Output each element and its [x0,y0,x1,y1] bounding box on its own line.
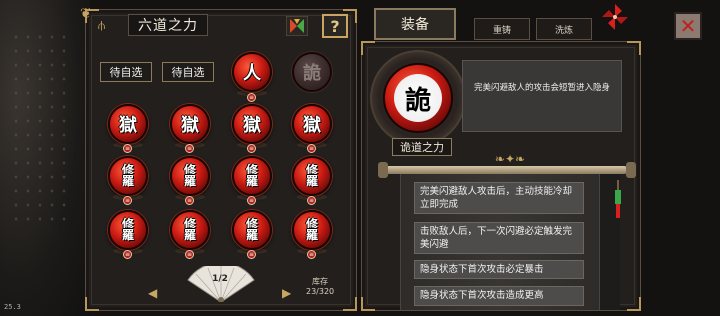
pinwheel-icon [602,4,628,30]
power-orb[interactable]: 獄 [292,104,332,144]
close-icon: ✕ [679,14,697,38]
orb-level-badge: ≡ [247,250,256,259]
orb-level-badge: ≡ [123,196,132,205]
fan-page-icon [187,266,255,302]
panel-title: 六道之力 [128,14,208,36]
orb-level-badge: ≡ [307,196,316,205]
orb-glyph: 獄 [243,115,261,136]
orb-level-badge: ≡ [247,93,256,102]
orb-glyph: 修羅 [305,163,318,188]
power-orb[interactable]: 修羅 [108,210,148,250]
scroll-rod [382,166,628,174]
equipped-item-emblem: 詭 [394,74,442,122]
orb-glyph: 詭 [303,63,321,84]
power-orb[interactable]: 修羅 [292,156,332,196]
cloud-ornament-icon: ❦ [80,6,92,22]
power-orb[interactable]: 修羅 [108,156,148,196]
power-orb-human[interactable]: 人 [232,52,272,92]
corner-ornament [361,41,375,55]
effect-line: 完美闪避敌人攻击后，主动技能冷却立即完成 [414,182,584,214]
corner-ornament [361,297,375,311]
item-description: 完美闪避敌人的攻击会短暂进入隐身 [462,60,622,132]
fps-counter: 25.3 [4,303,21,311]
next-page-arrow-icon[interactable]: ▶ [282,286,291,300]
corner-ornament [627,297,641,311]
orb-level-badge: ≡ [247,196,256,205]
corner-ornament [343,297,357,311]
orb-glyph: 人 [243,63,261,84]
empty-slot-button[interactable]: 待自选 [100,62,152,82]
corner-ornament [627,41,641,55]
item-name: 诡道之力 [392,138,452,156]
orb-level-badge: ≡ [307,250,316,259]
stock-label: 库存 [312,277,328,286]
orb-level-badge: ≡ [123,250,132,259]
stock-count: 23/320 [306,287,335,296]
empty-slot-button[interactable]: 待自选 [162,62,214,82]
power-orb-cunning-locked[interactable]: 詭 [292,52,332,92]
page-indicator: 1/2 [212,274,228,284]
power-orb[interactable]: 修羅 [292,210,332,250]
help-button[interactable]: ? [322,14,348,38]
power-orb[interactable]: 修羅 [170,156,210,196]
orb-glyph: 修羅 [183,217,196,242]
orb-glyph: 修羅 [245,163,258,188]
prev-page-arrow-icon[interactable]: ◀ [148,286,157,300]
effect-line: 隐身状态下首次攻击必定暴击 [414,260,584,279]
orb-level-badge: ≡ [185,196,194,205]
sort-button[interactable] [286,16,308,36]
orb-level-badge: ≡ [123,144,132,153]
orb-glyph: 獄 [181,115,199,136]
orb-glyph: 修羅 [121,163,134,188]
background-pattern [10,30,70,230]
scroll-cap [378,162,388,178]
orb-glyph: 修羅 [245,217,258,242]
tab-reforge[interactable]: 重铸 [474,18,530,40]
orb-glyph: 修羅 [305,217,318,242]
power-orb[interactable]: 獄 [232,104,272,144]
item-glyph: 詭 [404,85,431,116]
effect-line: 击败敌人后，下一次闪避必定触发完美闪避 [414,222,584,254]
scroll-ornament-icon: ❧✦❧ [494,152,526,166]
tassel-icon [615,180,621,218]
effect-line: 隐身状态下首次攻击造成更高 [414,286,584,306]
orb-glyph: 修羅 [121,217,134,242]
orb-glyph: 修羅 [183,163,196,188]
tab-equip[interactable]: 装备 [374,8,456,40]
orb-glyph: 獄 [119,115,137,136]
orb-level-badge: ≡ [185,250,194,259]
power-orb[interactable]: 修羅 [232,210,272,250]
close-button[interactable]: ✕ [674,12,702,40]
orb-level-badge: ≡ [185,144,194,153]
orb-level-badge: ≡ [307,144,316,153]
scroll-cap [626,162,636,178]
tuning-fork-icon: ⫛ [98,18,106,32]
corner-ornament [85,297,99,311]
power-orb[interactable]: 修羅 [232,156,272,196]
orb-level-badge: ≡ [247,144,256,153]
orb-glyph: 獄 [303,115,321,136]
tab-refine[interactable]: 洗炼 [536,18,592,40]
power-orb[interactable]: 修羅 [170,210,210,250]
power-orb[interactable]: 獄 [108,104,148,144]
power-orb[interactable]: 獄 [170,104,210,144]
